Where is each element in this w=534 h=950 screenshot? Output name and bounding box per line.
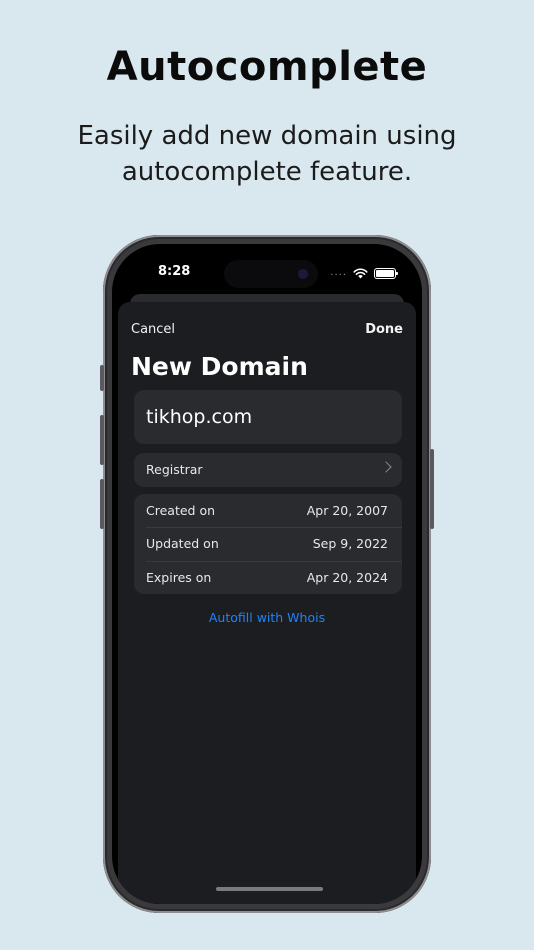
expires-value: Apr 20, 2024 bbox=[306, 570, 388, 585]
wifi-icon bbox=[353, 267, 368, 278]
mute-switch bbox=[100, 365, 104, 391]
domain-input[interactable] bbox=[146, 390, 386, 444]
phone-screen: 8:28 .... Cancel Done New Domain Registr… bbox=[112, 244, 422, 904]
new-domain-sheet: Cancel Done New Domain Registrar Created… bbox=[118, 302, 416, 904]
autofill-whois-button[interactable]: Autofill with Whois bbox=[118, 610, 416, 625]
volume-down-button bbox=[100, 479, 104, 529]
done-button[interactable]: Done bbox=[365, 322, 403, 337]
dynamic-island bbox=[224, 260, 318, 288]
domain-field-card bbox=[134, 390, 402, 444]
camera-icon bbox=[298, 269, 308, 279]
home-indicator bbox=[216, 887, 323, 891]
phone-frame: 8:28 .... Cancel Done New Domain Registr… bbox=[100, 235, 434, 913]
battery-icon bbox=[374, 267, 398, 279]
promo-subhead: Easily add new domain using autocomplete… bbox=[0, 118, 534, 190]
signal-dots-icon: .... bbox=[330, 267, 347, 278]
status-icons: .... bbox=[330, 266, 398, 280]
expires-label: Expires on bbox=[146, 570, 212, 585]
chevron-right-icon bbox=[380, 461, 392, 473]
status-time: 8:28 bbox=[158, 264, 191, 279]
promo-subhead-line2: autocomplete feature. bbox=[121, 157, 413, 187]
date-row-expires[interactable]: Expires on Apr 20, 2024 bbox=[134, 562, 402, 595]
promo-subhead-line1: Easily add new domain using bbox=[77, 121, 457, 151]
date-row-updated[interactable]: Updated on Sep 9, 2022 bbox=[134, 528, 402, 561]
volume-up-button bbox=[100, 415, 104, 465]
created-label: Created on bbox=[146, 503, 216, 518]
dates-card: Created on Apr 20, 2007 Updated on Sep 9… bbox=[134, 494, 402, 594]
page-title: New Domain bbox=[131, 352, 308, 381]
date-row-created[interactable]: Created on Apr 20, 2007 bbox=[134, 494, 402, 527]
updated-label: Updated on bbox=[146, 536, 219, 551]
created-value: Apr 20, 2007 bbox=[306, 503, 388, 518]
side-button bbox=[430, 449, 434, 529]
cancel-button[interactable]: Cancel bbox=[131, 322, 175, 337]
registrar-label: Registrar bbox=[146, 462, 203, 477]
updated-value: Sep 9, 2022 bbox=[312, 536, 388, 551]
promo-headline: Autocomplete bbox=[106, 44, 428, 90]
registrar-row[interactable]: Registrar bbox=[134, 453, 402, 487]
